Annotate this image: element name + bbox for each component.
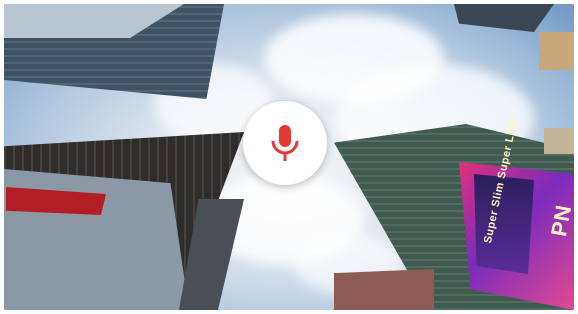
voice-search-button[interactable] (243, 101, 327, 185)
sign-letters: PN (546, 202, 574, 239)
building-bottom-center (334, 269, 434, 310)
skyscraper-top-right (454, 4, 554, 32)
microphone-icon (271, 125, 299, 161)
building-top-right-small (539, 32, 574, 70)
building-right-edge (544, 128, 574, 154)
